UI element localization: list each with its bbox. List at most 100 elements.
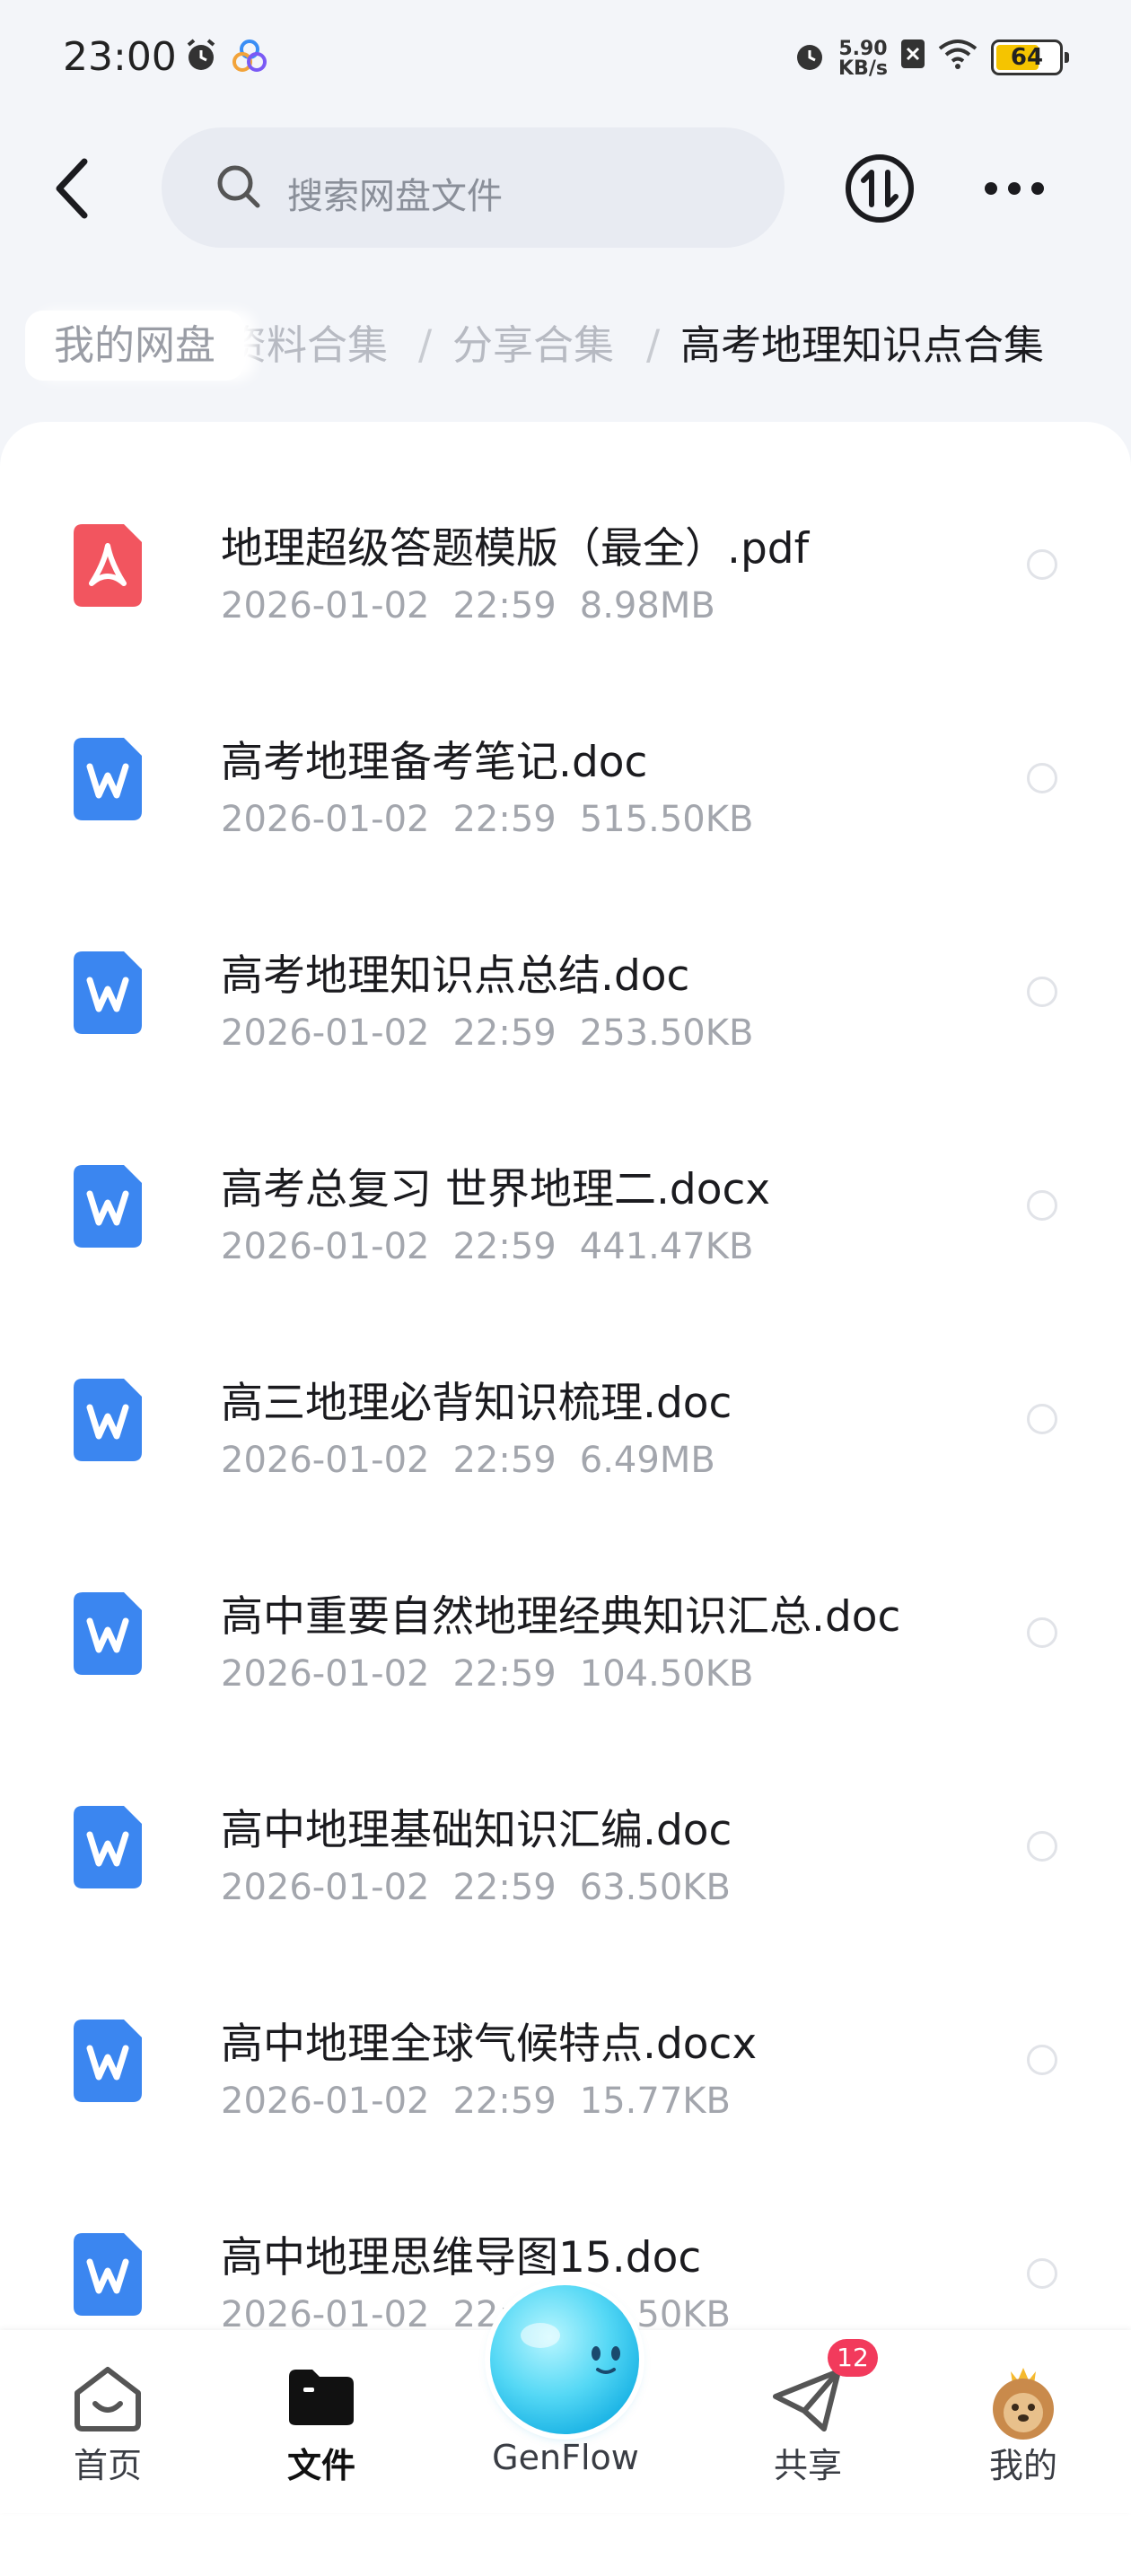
word-file-icon [74, 1165, 142, 1248]
net-speed-value: 5.90 [838, 38, 888, 60]
nav-files[interactable]: 文件 [232, 2330, 411, 2513]
file-name: 高中重要自然地理经典知识汇总.doc [221, 1592, 901, 1642]
file-time: 22:59 [452, 799, 557, 840]
file-meta: 2026-01-02 22:59 8.98MB [221, 585, 739, 626]
file-size: 15.77KB [579, 2081, 731, 2122]
search-input[interactable]: 搜索网盘文件 [162, 127, 785, 248]
file-meta: 2026-01-02 22:59 15.77KB [221, 2081, 754, 2122]
file-date: 2026-01-02 [221, 2081, 430, 2122]
home-icon [75, 2367, 141, 2431]
file-name: 高考地理备考笔记.doc [221, 738, 648, 787]
file-size: 441.47KB [579, 1226, 754, 1267]
file-date: 2026-01-02 [221, 799, 430, 840]
file-row[interactable]: 高考地理知识点总结.doc 2026-01-02 22:59 253.50KB [0, 869, 1131, 1082]
word-file-icon [74, 951, 142, 1034]
select-radio[interactable] [1027, 1190, 1057, 1221]
nav-home-label: 首页 [73, 2446, 142, 2485]
file-size: 6.49MB [579, 1440, 715, 1481]
select-radio[interactable] [1027, 763, 1057, 793]
file-size: 515.50KB [579, 799, 754, 840]
alarm-icon [187, 39, 215, 70]
file-time: 22:59 [452, 585, 557, 626]
file-date: 2026-01-02 [221, 1012, 430, 1054]
word-file-icon [74, 1379, 142, 1461]
file-date: 2026-01-02 [221, 1653, 430, 1695]
file-row[interactable]: 高考总复习 世界地理二.docx 2026-01-02 22:59 441.47KB [0, 1082, 1131, 1296]
genflow-orb-button[interactable] [490, 2285, 639, 2434]
file-time: 22:59 [452, 2081, 557, 2122]
file-row[interactable]: 高考地理备考笔记.doc 2026-01-02 22:59 515.50KB [0, 655, 1131, 869]
select-radio[interactable] [1027, 549, 1057, 580]
folder-icon [289, 2370, 354, 2425]
file-time: 22:59 [452, 1012, 557, 1054]
sim-off-icon [901, 39, 925, 68]
battery-indicator: 64 [991, 39, 1069, 75]
more-options-icon[interactable] [978, 162, 1050, 215]
select-radio[interactable] [1027, 1404, 1057, 1434]
file-meta: 2026-01-02 22:59 6.49MB [221, 1440, 739, 1481]
file-name: 高三地理必背知识梳理.doc [221, 1379, 732, 1428]
breadcrumb-item-fenxiang[interactable]: 分享合集 [452, 311, 614, 381]
file-size: 8.98MB [579, 585, 715, 626]
back-arrow-icon[interactable] [45, 153, 108, 224]
alarm-status-icon [797, 45, 822, 70]
nav-home[interactable]: 首页 [18, 2330, 197, 2513]
select-radio[interactable] [1027, 1617, 1057, 1648]
avatar [993, 2368, 1054, 2440]
file-row[interactable]: 高中地理基础知识汇编.doc 2026-01-02 22:59 63.50KB [0, 1723, 1131, 1937]
status-bar: 23:00 5.90 KB/s 64 [0, 0, 1131, 117]
select-radio[interactable] [1027, 977, 1057, 1007]
file-time: 22:59 [452, 1867, 557, 1908]
net-speed-unit: KB/s [838, 57, 888, 80]
battery-level: 64 [1010, 44, 1044, 71]
nav-share-label: 共享 [773, 2446, 842, 2485]
file-size: 63.50KB [579, 1867, 731, 1908]
nav-me[interactable]: 我的 [934, 2330, 1113, 2513]
search-icon [217, 165, 260, 208]
file-size: 253.50KB [579, 1012, 754, 1054]
top-bar: 搜索网盘文件 [0, 126, 1131, 251]
transfer-icon[interactable] [844, 153, 916, 224]
file-size: 104.50KB [579, 1653, 754, 1695]
nav-files-label: 文件 [286, 2446, 355, 2485]
file-meta: 2026-01-02 22:59 253.50KB [221, 1012, 776, 1054]
search-placeholder: 搜索网盘文件 [287, 176, 503, 217]
paper-plane-icon [773, 2369, 841, 2431]
breadcrumb-separator: / [646, 321, 661, 369]
file-name: 高考总复习 世界地理二.docx [221, 1165, 771, 1214]
breadcrumb-current: 高考地理知识点合集 [680, 321, 1045, 369]
genflow-mascot-icon [521, 2323, 620, 2374]
file-date: 2026-01-02 [221, 1226, 430, 1267]
breadcrumb-item-ziliao[interactable]: 资料合集 [226, 311, 388, 381]
select-radio[interactable] [1027, 2258, 1057, 2289]
breadcrumb-separator: / [418, 321, 433, 369]
file-row[interactable]: 地理超级答题模版（最全）.pdf 2026-01-02 22:59 8.98MB [0, 442, 1131, 655]
status-time: 23:00 [63, 34, 177, 80]
word-file-icon [74, 1592, 142, 1675]
net-speed: 5.90 KB/s [838, 39, 888, 79]
file-meta: 2026-01-02 22:59 441.47KB [221, 1226, 776, 1267]
breadcrumb-root[interactable]: 我的网盘 [25, 311, 245, 381]
file-time: 22:59 [452, 1226, 557, 1267]
file-name: 地理超级答题模版（最全）.pdf [221, 524, 810, 574]
share-badge: 12 [828, 2339, 878, 2377]
file-meta: 2026-01-02 22:59 104.50KB [221, 1653, 776, 1695]
select-radio[interactable] [1027, 1831, 1057, 1862]
file-name: 高中地理全球气候特点.docx [221, 2020, 758, 2069]
file-meta: 2026-01-02 22:59 515.50KB [221, 799, 776, 840]
file-row[interactable]: 高中地理全球气候特点.docx 2026-01-02 22:59 15.77KB [0, 1937, 1131, 2151]
file-date: 2026-01-02 [221, 585, 430, 626]
wifi-icon [938, 39, 978, 69]
file-list: 地理超级答题模版（最全）.pdf 2026-01-02 22:59 8.98MB 高… [0, 422, 1131, 2576]
file-name: 高中地理思维导图15.doc [221, 2233, 702, 2282]
file-date: 2026-01-02 [221, 1867, 430, 1908]
file-name: 高中地理基础知识汇编.doc [221, 1806, 732, 1855]
breadcrumb: 我的网盘 资料合集 / 分享合集 / 高考地理知识点合集 [0, 305, 1131, 386]
file-row[interactable]: 高中重要自然地理经典知识汇总.doc 2026-01-02 22:59 104.50… [0, 1510, 1131, 1723]
file-row[interactable]: 高三地理必背知识梳理.doc 2026-01-02 22:59 6.49MB [0, 1296, 1131, 1510]
file-time: 22:59 [452, 1440, 557, 1481]
pdf-file-icon [74, 524, 142, 607]
nav-me-label: 我的 [988, 2446, 1057, 2485]
select-radio[interactable] [1027, 2045, 1057, 2075]
file-date: 2026-01-02 [221, 1440, 430, 1481]
